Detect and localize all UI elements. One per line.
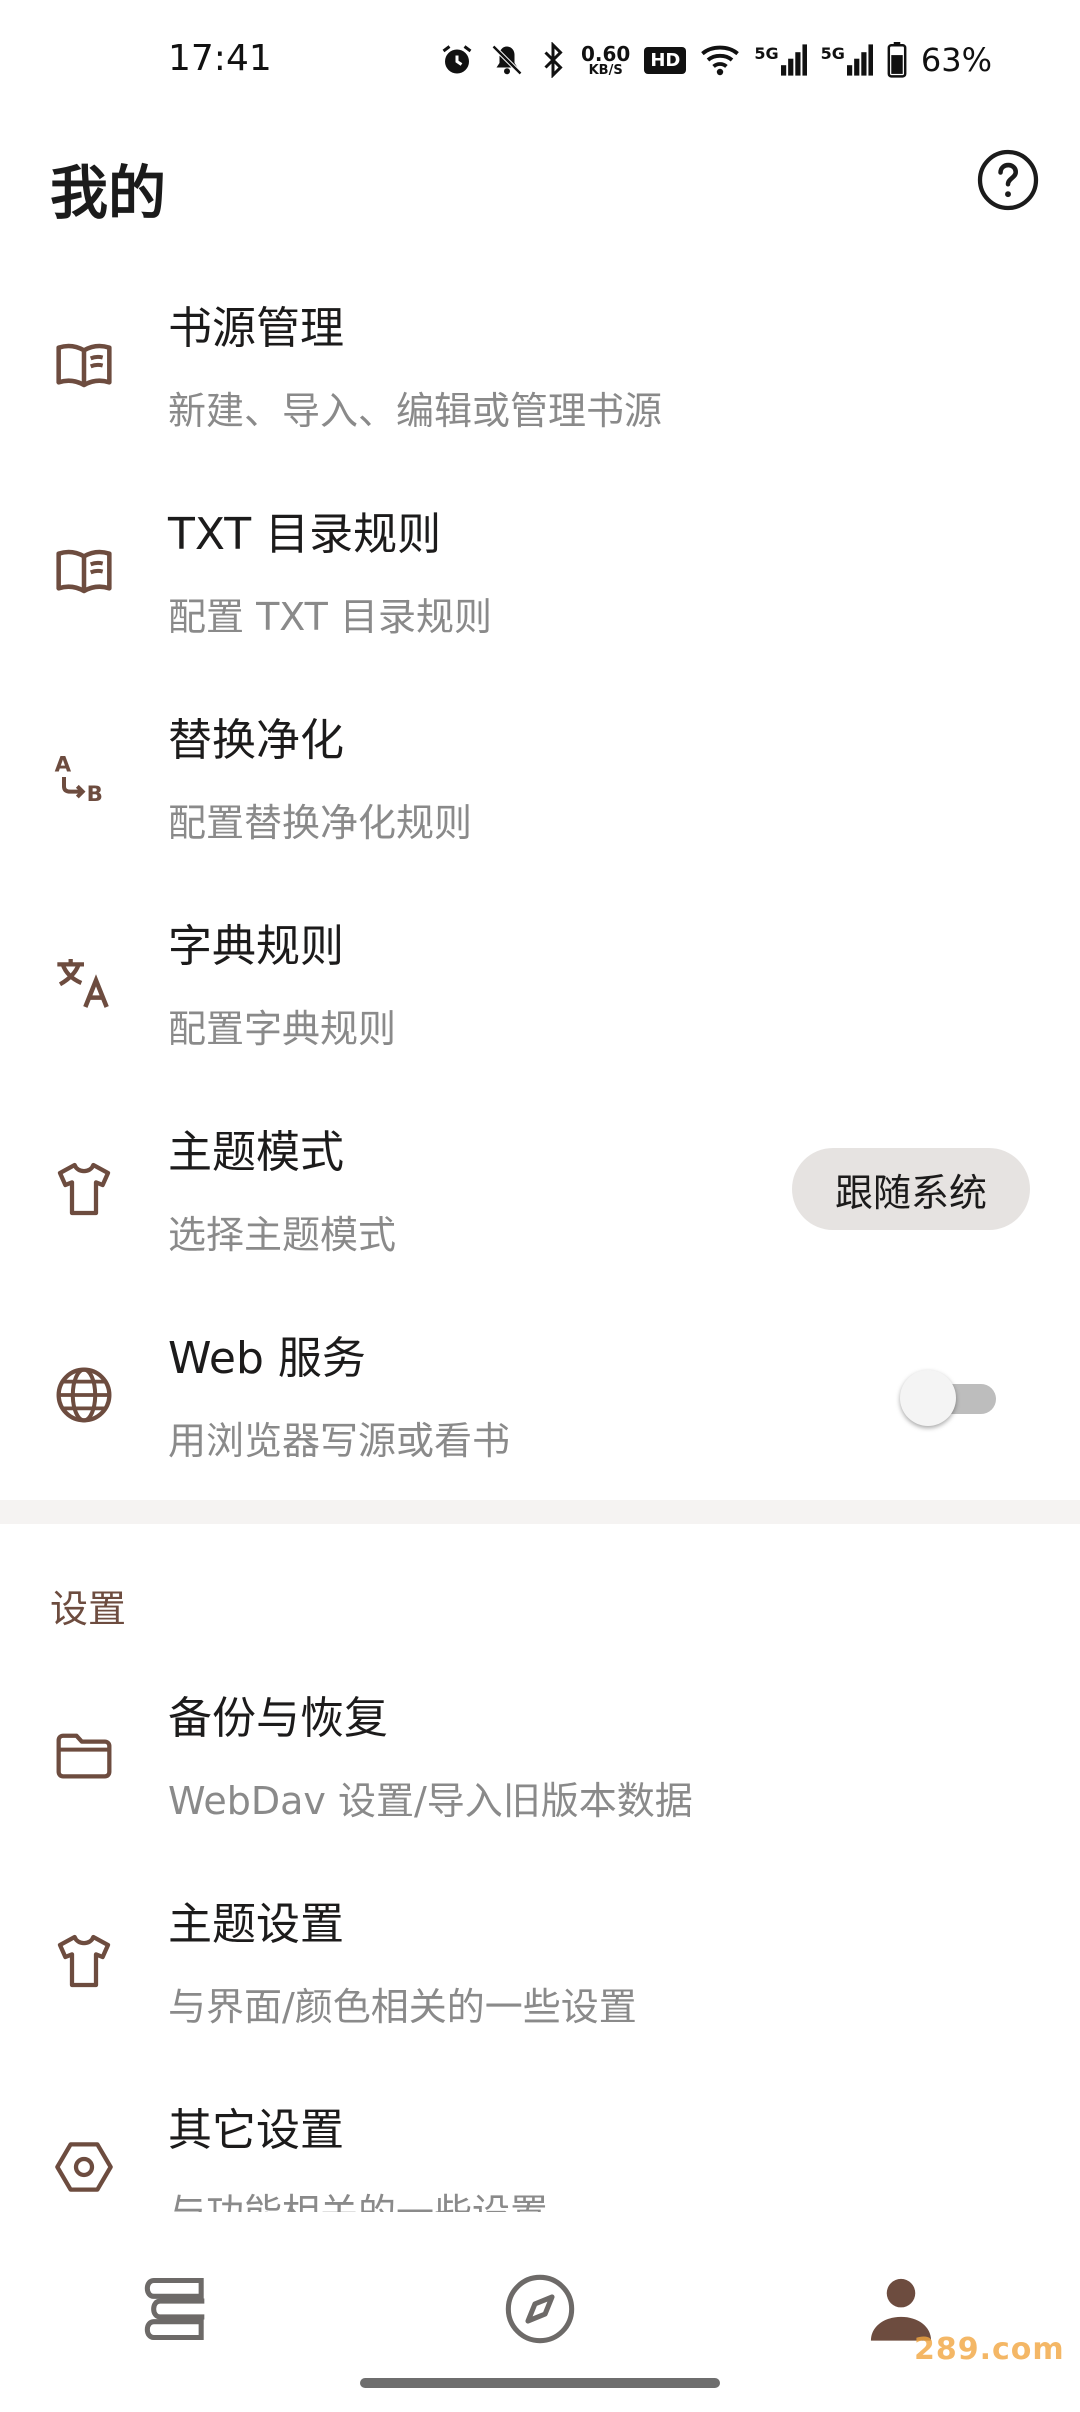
- find-replace-icon: AB: [52, 745, 116, 809]
- svg-text:A: A: [55, 753, 72, 778]
- help-button[interactable]: [976, 148, 1040, 212]
- item-subtitle: 与功能相关的一些设置: [168, 2182, 548, 2212]
- item-subtitle: 与界面/颜色相关的一些设置: [168, 1985, 637, 2029]
- section-label-settings: 设置: [50, 1587, 127, 1631]
- page-title: 我的: [50, 159, 167, 227]
- home-indicator[interactable]: [360, 2378, 720, 2388]
- shirt-icon: [52, 1157, 116, 1221]
- nav-explore[interactable]: [485, 2254, 595, 2364]
- item-subtitle: 新建、导入、编辑或管理书源: [168, 389, 663, 433]
- hexagon-settings-icon: [52, 2135, 116, 2199]
- theme-mode-chip[interactable]: 跟随系统: [792, 1148, 1030, 1230]
- bookshelf-icon: [144, 2277, 205, 2341]
- svg-text:B: B: [87, 782, 103, 807]
- nav-bookshelf[interactable]: [124, 2254, 234, 2364]
- item-title: 其它设置: [168, 2105, 344, 2156]
- item-subtitle: 配置字典规则: [168, 1007, 397, 1051]
- item-subtitle: 配置 TXT 目录规则: [168, 595, 492, 639]
- item-subtitle: WebDav 设置/导入旧版本数据: [168, 1779, 693, 1823]
- section-divider: [0, 1500, 1080, 1524]
- settings-item-theme-settings[interactable]: 主题设置 与界面/颜色相关的一些设置: [0, 1858, 1080, 2064]
- menu-item-txt-toc-rules[interactable]: TXT 目录规则 配置 TXT 目录规则: [0, 468, 1080, 674]
- help-circle-icon: [977, 149, 1039, 211]
- globe-icon: [52, 1363, 116, 1427]
- item-title: 主题模式: [168, 1127, 344, 1178]
- settings-item-other-settings[interactable]: 其它设置 与功能相关的一些设置: [0, 2064, 1080, 2212]
- item-title: 备份与恢复: [168, 1693, 388, 1744]
- translate-icon: [52, 951, 116, 1015]
- item-subtitle: 选择主题模式: [168, 1213, 397, 1257]
- folder-icon: [52, 1723, 116, 1787]
- item-title: 主题设置: [168, 1899, 344, 1950]
- settings-item-backup-restore[interactable]: 备份与恢复 WebDav 设置/导入旧版本数据: [0, 1652, 1080, 1858]
- item-title: TXT 目录规则: [168, 509, 442, 560]
- item-subtitle: 配置替换净化规则: [168, 801, 473, 845]
- book-icon: [52, 539, 116, 603]
- switch-thumb: [900, 1370, 956, 1426]
- item-title: 替换净化: [168, 715, 344, 766]
- menu-item-replace-purify[interactable]: AB 替换净化 配置替换净化规则: [0, 674, 1080, 880]
- watermark-logo: 289.com: [914, 2332, 1065, 2367]
- item-title: 书源管理: [168, 303, 344, 354]
- book-icon: [52, 333, 116, 397]
- scroll-content[interactable]: 我的 书源管理 新建、导入、编辑或管理书源 TXT 目录规则 配置 TXT 目录…: [0, 0, 1080, 2212]
- web-service-switch[interactable]: [900, 1368, 1000, 1428]
- item-title: 字典规则: [168, 921, 344, 972]
- item-subtitle: 用浏览器写源或看书: [168, 1419, 511, 1463]
- item-title: Web 服务: [168, 1333, 366, 1384]
- shirt-icon: [52, 1929, 116, 1993]
- menu-item-dictionary-rules[interactable]: 字典规则 配置字典规则: [0, 880, 1080, 1086]
- menu-item-book-source[interactable]: 书源管理 新建、导入、编辑或管理书源: [0, 262, 1080, 468]
- compass-icon: [505, 2274, 575, 2344]
